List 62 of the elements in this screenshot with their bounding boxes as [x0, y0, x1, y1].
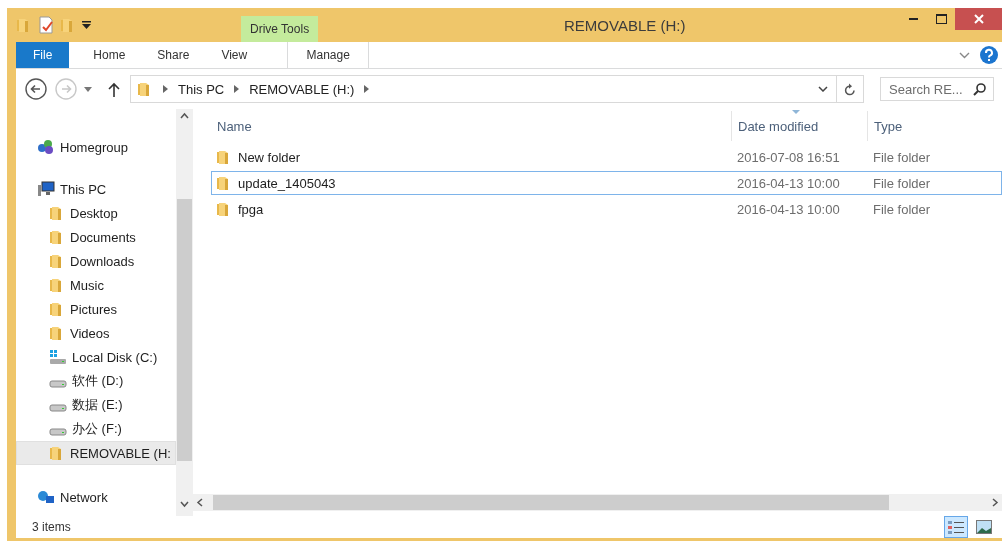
- column-header[interactable]: Name: [211, 111, 732, 141]
- date-cell-text: 2016-04-13 10:00: [737, 201, 841, 217]
- nav-item[interactable]: Local Disk (C:): [16, 345, 176, 369]
- column-header[interactable]: Type: [868, 111, 998, 141]
- breadcrumb[interactable]: REMOVABLE (H:): [249, 81, 355, 97]
- nav-item[interactable]: This PC: [16, 177, 176, 201]
- nav-item[interactable]: Documents: [16, 225, 176, 249]
- nav-item[interactable]: REMOVABLE (H:: [16, 441, 176, 465]
- type-cell-text: File folder: [873, 149, 932, 165]
- type-cell-text: File folder: [873, 201, 932, 217]
- drive-icon: [49, 349, 67, 365]
- chevron-right-icon[interactable]: [163, 85, 168, 93]
- file-row[interactable]: New folder 2016-07-08 16:51 File folder: [211, 145, 1002, 169]
- nav-item[interactable]: Videos: [16, 321, 176, 345]
- close-icon: [973, 14, 984, 24]
- search-field[interactable]: Search RE...: [880, 77, 994, 101]
- ribbon-tab[interactable]: File: [16, 42, 70, 68]
- scrollbar-thumb[interactable]: [177, 199, 192, 461]
- dropdown-icon[interactable]: [82, 21, 91, 29]
- nav-item[interactable]: Network: [16, 485, 176, 509]
- details-view-button[interactable]: [944, 516, 968, 538]
- file-row[interactable]: update_1405043 2016-04-13 10:00 File folder: [211, 171, 1002, 195]
- chevron-right-icon[interactable]: [234, 85, 240, 93]
- back-button[interactable]: [24, 77, 48, 101]
- properties-icon[interactable]: [38, 16, 54, 34]
- chevron-right-icon[interactable]: [364, 85, 370, 93]
- nav-item[interactable]: Homegroup: [16, 135, 176, 159]
- recent-dropdown-icon[interactable]: [84, 86, 92, 92]
- date-cell-text: 2016-04-13 10:00: [737, 175, 841, 191]
- contextual-tab-group: Drive Tools: [241, 16, 319, 42]
- up-arrow-icon[interactable]: [108, 81, 120, 97]
- search-icon: [973, 83, 986, 96]
- nav-item[interactable]: 软件 (D:): [16, 369, 176, 393]
- address-bar[interactable]: This PC REMOVABLE (H:): [130, 75, 864, 103]
- scrollbar-thumb[interactable]: [213, 495, 889, 510]
- chevron-down-icon[interactable]: [818, 86, 828, 92]
- file-name: New folder: [238, 149, 301, 165]
- ribbon-tab[interactable]: Manage: [287, 42, 370, 68]
- nav-item[interactable]: Music: [16, 273, 176, 297]
- item-count: 3 items: [32, 520, 71, 534]
- nav-item[interactable]: Downloads: [16, 249, 176, 273]
- nav-item[interactable]: 数据 (E:): [16, 393, 176, 417]
- nav-item[interactable]: Pictures: [16, 297, 176, 321]
- column-header[interactable]: Date modified: [732, 111, 868, 141]
- maximize-icon: [935, 14, 947, 24]
- refresh-icon[interactable]: [844, 82, 856, 96]
- type-cell-text: File folder: [873, 175, 932, 191]
- file-name: fpga: [238, 201, 264, 217]
- computer-icon: [37, 181, 55, 197]
- file-row[interactable]: fpga 2016-04-13 10:00 File folder: [211, 197, 1002, 221]
- drive-icon: [49, 404, 67, 412]
- minimize-icon: [908, 18, 918, 20]
- window-title: REMOVABLE (H:): [564, 17, 686, 34]
- drive-icon: [49, 380, 67, 388]
- help-icon[interactable]: [980, 46, 998, 64]
- drive-icon: [49, 428, 67, 436]
- nav-item[interactable]: Desktop: [16, 201, 176, 225]
- file-name: update_1405043: [238, 175, 336, 191]
- close-button[interactable]: [955, 8, 1002, 30]
- date-cell-text: 2016-07-08 16:51: [737, 149, 841, 165]
- nav-item[interactable]: 办公 (F:): [16, 417, 176, 441]
- breadcrumb[interactable]: This PC: [178, 81, 225, 97]
